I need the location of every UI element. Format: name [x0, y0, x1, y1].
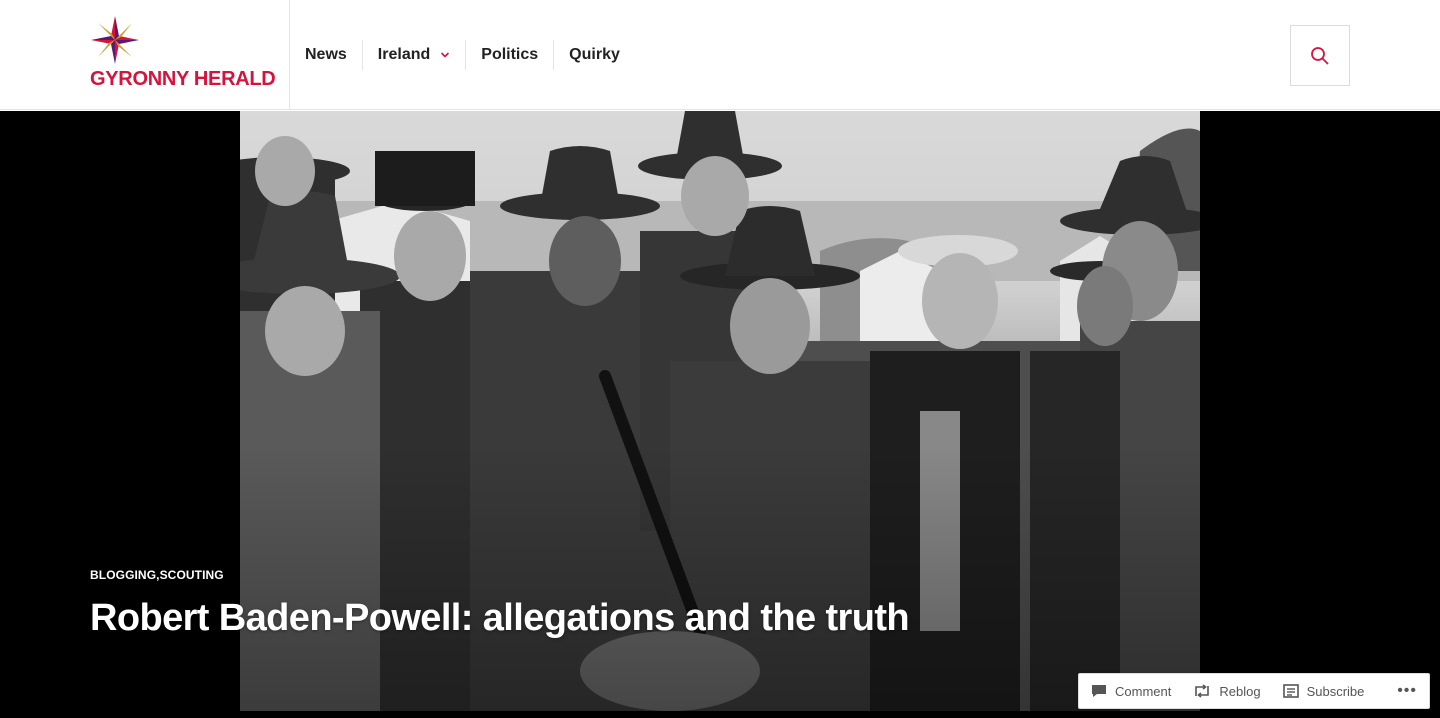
site-branding: GYRONNY HERALD	[0, 0, 290, 110]
action-bar: Comment Reblog Subscribe •••	[1078, 673, 1430, 709]
nav-item-news[interactable]: News	[290, 40, 363, 70]
site-header: GYRONNY HERALD News Ireland Politics Qui…	[0, 0, 1440, 110]
post-categories: BLOGGING,SCOUTING	[90, 568, 224, 582]
comment-icon	[1092, 685, 1106, 697]
comment-button[interactable]: Comment	[1091, 684, 1171, 699]
primary-nav: News Ireland Politics Quirky	[290, 0, 635, 110]
nav-item-quirky[interactable]: Quirky	[554, 40, 635, 70]
nav-item-label: Politics	[481, 46, 539, 63]
nav-item-politics[interactable]: Politics	[466, 40, 555, 70]
nav-item-ireland[interactable]: Ireland	[363, 40, 467, 70]
nav-item-label: Quirky	[569, 46, 620, 63]
nav-item-label: Ireland	[377, 46, 431, 63]
more-actions-button[interactable]: •••	[1397, 682, 1417, 700]
search-button[interactable]	[1290, 25, 1350, 86]
subscribe-label: Subscribe	[1306, 683, 1365, 699]
category-link-blogging[interactable]: BLOGGING	[90, 568, 156, 582]
search-icon	[1311, 46, 1329, 65]
comment-label: Comment	[1115, 683, 1172, 699]
reblog-button[interactable]: Reblog	[1193, 683, 1261, 699]
chevron-down-icon[interactable]	[440, 50, 450, 60]
subscribe-button[interactable]: Subscribe	[1282, 683, 1365, 699]
reblog-label: Reblog	[1219, 683, 1261, 699]
post-title[interactable]: Robert Baden-Powell: allegations and the…	[90, 597, 910, 640]
nav-item-label: News	[305, 46, 347, 63]
featured-post-hero[interactable]: BLOGGING,SCOUTING Robert Baden-Powell: a…	[0, 111, 1440, 718]
gyronny-logo[interactable]	[89, 14, 141, 66]
site-title[interactable]: GYRONNY HERALD	[90, 68, 276, 91]
subscribe-icon	[1282, 684, 1299, 698]
category-link-scouting[interactable]: SCOUTING	[160, 568, 224, 582]
reblog-icon	[1195, 684, 1210, 698]
